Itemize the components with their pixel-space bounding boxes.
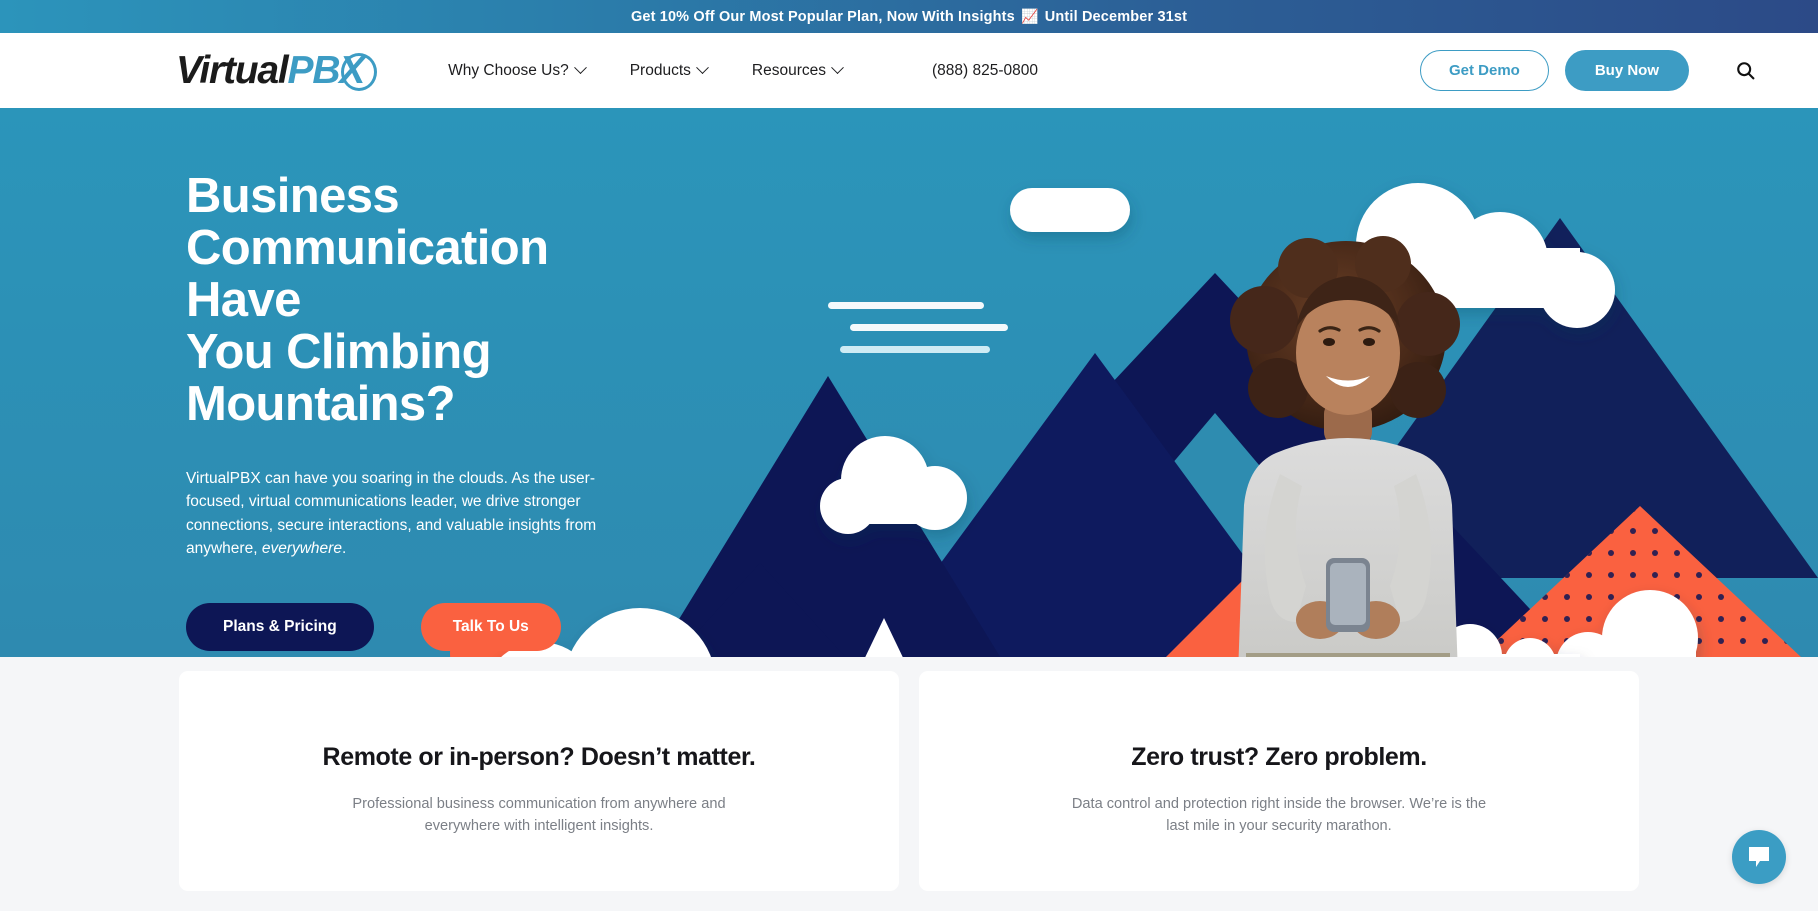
hero-cta-group: Plans & Pricing Talk To Us	[186, 602, 620, 651]
main-navigation: Why Choose Us? Products Resources (888) …	[448, 61, 1038, 80]
feature-card-description: Professional business communication from…	[352, 796, 726, 834]
logo-virtualpbx[interactable]: Virtual PBX	[176, 48, 378, 94]
search-icon[interactable]	[1735, 60, 1756, 81]
get-demo-button[interactable]: Get Demo	[1419, 50, 1549, 91]
chevron-down-icon	[831, 61, 844, 75]
hero-subtitle-text: VirtualPBX can have you soaring in the c…	[186, 469, 597, 558]
buy-now-button[interactable]: Buy Now	[1564, 50, 1689, 91]
talk-to-us-button[interactable]: Talk To Us	[420, 602, 561, 651]
feature-card-title: Zero trust? Zero problem.	[1131, 743, 1427, 771]
chat-widget-button[interactable]	[1732, 830, 1786, 884]
hero-person-image	[1230, 236, 1460, 657]
hero-content: Business Communication Have You Climbing…	[0, 108, 620, 651]
nav-label-products: Products	[629, 61, 691, 79]
chat-bubble-icon	[1749, 847, 1769, 867]
hero-headline-line3: You Climbing	[186, 324, 492, 379]
hero-headline-line2: Communication Have	[186, 220, 549, 327]
header-phone-number[interactable]: (888) 825-0800	[932, 62, 1038, 80]
nav-label-why-choose-us: Why Choose Us?	[448, 61, 569, 79]
nav-label-resources: Resources	[751, 61, 826, 79]
logo-text-virtual: Virtual	[176, 49, 289, 92]
chevron-down-icon	[573, 61, 587, 75]
nav-item-resources[interactable]: Resources	[751, 61, 844, 80]
header-actions: Get Demo Buy Now	[1419, 50, 1756, 91]
promo-text-before: Get 10% Off Our Most Popular Plan, Now W…	[630, 9, 1015, 25]
promo-banner-text: Get 10% Off Our Most Popular Plan, Now W…	[631, 8, 1187, 25]
hero-headline-line4: Mountains?	[186, 376, 456, 431]
features-section: Remote or in-person? Doesn’t matter. Pro…	[0, 657, 1818, 911]
promo-banner[interactable]: Get 10% Off Our Most Popular Plan, Now W…	[0, 0, 1818, 33]
hero-section: Business Communication Have You Climbing…	[0, 108, 1818, 657]
nav-item-why-choose-us[interactable]: Why Choose Us?	[448, 61, 587, 80]
promo-text-after: Until December 31st	[1044, 9, 1188, 25]
hero-subtitle-period: .	[341, 540, 347, 558]
chevron-down-icon	[696, 61, 709, 75]
hero-headline-line1: Business	[186, 169, 400, 223]
feature-card-title: Remote or in-person? Doesn’t matter.	[322, 743, 756, 771]
plans-and-pricing-button[interactable]: Plans & Pricing	[186, 602, 374, 651]
feature-card-zero-trust: Zero trust? Zero problem. Data control a…	[919, 671, 1639, 891]
hero-subtitle: VirtualPBX can have you soaring in the c…	[186, 467, 620, 561]
nav-item-products[interactable]: Products	[629, 61, 709, 80]
chart-increasing-icon: 📈	[1021, 8, 1039, 24]
hero-subtitle-emphasis: everywhere	[261, 540, 342, 558]
feature-card-description: Data control and protection right inside…	[1071, 796, 1487, 834]
hero-headline: Business Communication Have You Climbing…	[186, 169, 620, 431]
logo-ring-icon	[341, 52, 378, 91]
feature-cards-row: Remote or in-person? Doesn’t matter. Pro…	[0, 671, 1818, 891]
feature-card-remote: Remote or in-person? Doesn’t matter. Pro…	[179, 671, 899, 891]
site-header: Virtual PBX Why Choose Us? Products Reso…	[0, 33, 1818, 108]
